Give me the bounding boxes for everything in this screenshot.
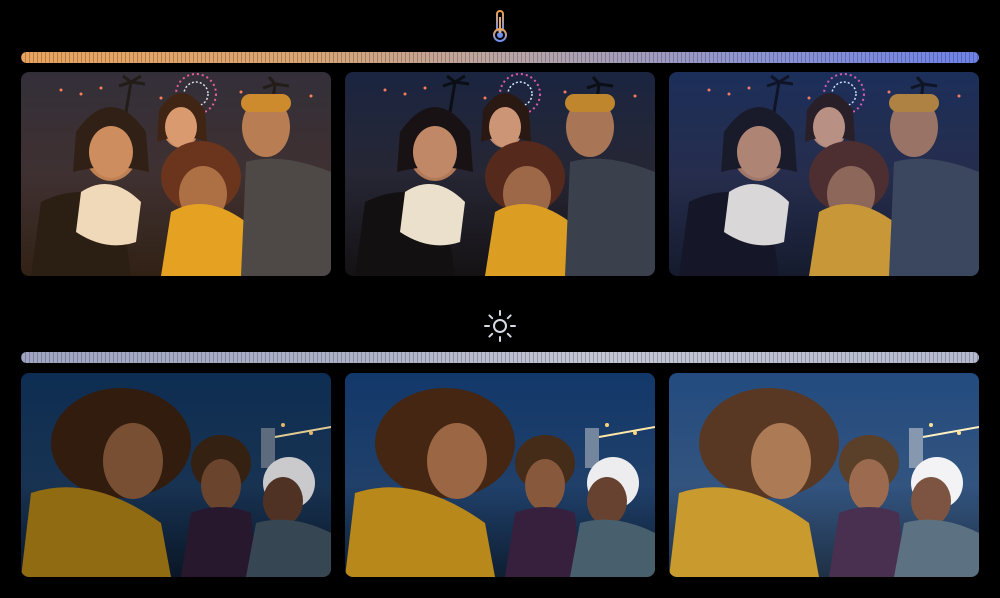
group-selfie-cool-photo[interactable] (669, 72, 979, 276)
group-selfie-neutral-photo[interactable] (345, 72, 655, 276)
thermometer-icon (480, 6, 520, 46)
trio-selfie-normal-photo[interactable] (345, 373, 655, 577)
group-selfie-warm-photo[interactable] (21, 72, 331, 276)
brightness-section (0, 300, 1000, 598)
brightness-slider[interactable] (21, 352, 979, 363)
temperature-photo-row (21, 72, 979, 276)
slider-ticks (21, 352, 979, 363)
comparison-page (0, 0, 1000, 598)
temperature-section (0, 0, 1000, 290)
slider-ticks (21, 52, 979, 63)
sun-icon (480, 306, 520, 346)
trio-selfie-dim-photo[interactable] (21, 373, 331, 577)
temperature-slider[interactable] (21, 52, 979, 63)
brightness-photo-row (21, 373, 979, 577)
trio-selfie-bright-photo[interactable] (669, 373, 979, 577)
